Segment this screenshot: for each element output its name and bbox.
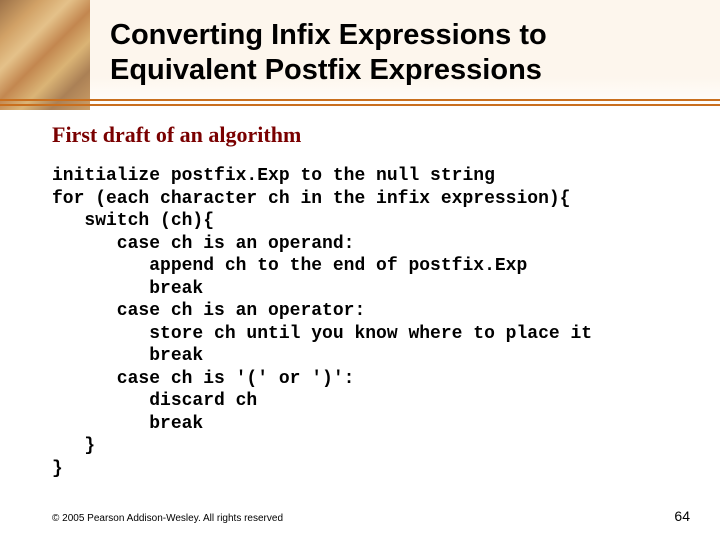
slide-title: Converting Infix Expressions to Equivale… (110, 18, 547, 88)
header-decorative-image (0, 0, 90, 110)
header-rule-bottom (0, 104, 720, 106)
title-line-1: Converting Infix Expressions to (110, 18, 547, 53)
page-number: 64 (674, 508, 690, 524)
slide-subtitle: First draft of an algorithm (52, 122, 301, 148)
algorithm-code: initialize postfix.Exp to the null strin… (52, 165, 592, 480)
title-line-2: Equivalent Postfix Expressions (110, 53, 547, 88)
copyright-text: © 2005 Pearson Addison-Wesley. All right… (52, 513, 283, 524)
footer: © 2005 Pearson Addison-Wesley. All right… (52, 508, 690, 524)
header-rule-top (0, 99, 720, 101)
